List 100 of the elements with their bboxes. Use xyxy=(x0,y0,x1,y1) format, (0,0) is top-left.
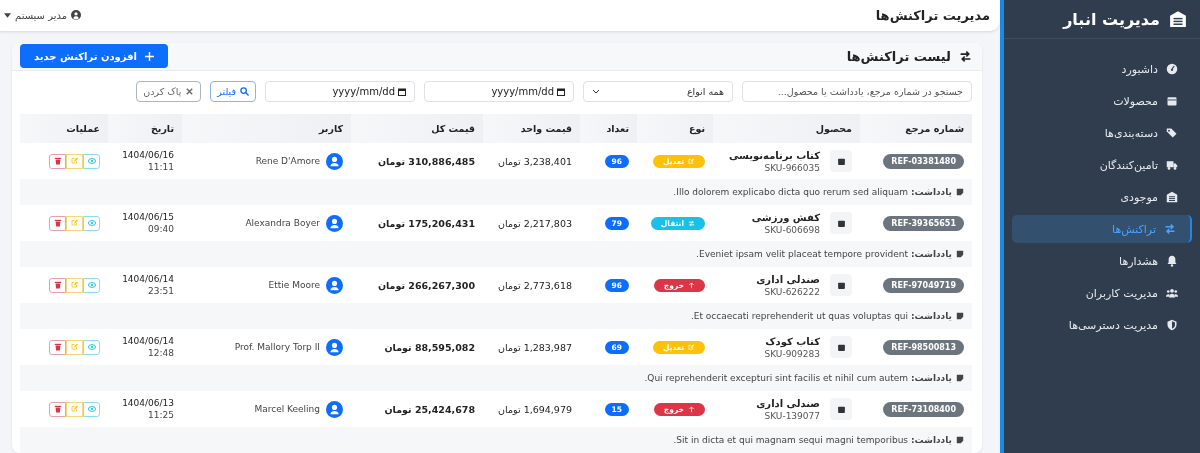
unit-price: 2,773,618 تومان xyxy=(483,267,580,303)
avatar-icon xyxy=(326,338,343,356)
page-title: مدیریت تراکنش‌ها xyxy=(875,7,990,23)
exchange-icon xyxy=(688,219,695,227)
view-button[interactable] xyxy=(83,339,100,355)
add-transaction-button[interactable]: افزودن تراکنش جدید xyxy=(20,44,168,69)
column-header: تعداد xyxy=(580,114,637,143)
reference-badge: REF-73108400 xyxy=(883,401,964,417)
sidebar-item[interactable]: دسته‌بندی‌ها xyxy=(1012,119,1192,147)
box-icon xyxy=(830,398,852,420)
product-sku: SKU-139077 xyxy=(763,410,820,421)
calendar-icon xyxy=(398,87,406,96)
unit-price: 2,217,803 تومان xyxy=(483,205,580,241)
chevron-icon xyxy=(592,88,600,95)
sidebar-item[interactable]: هشدارها xyxy=(1012,247,1192,275)
delete-button[interactable] xyxy=(49,153,66,169)
view-button[interactable] xyxy=(83,153,100,169)
column-header: کاربر xyxy=(182,114,351,143)
product-name: کفش ورزشی xyxy=(751,211,820,223)
eye-icon xyxy=(87,219,96,227)
view-button[interactable] xyxy=(83,401,100,417)
user-name: Marcel Keeling xyxy=(254,404,320,414)
column-header: قیمت واحد xyxy=(483,114,580,143)
calendar-icon xyxy=(557,87,565,96)
eye-icon xyxy=(87,281,96,289)
search-field[interactable]: جستجو در شماره مرجع، یادداشت یا محصول... xyxy=(742,81,972,102)
delete-button[interactable] xyxy=(49,339,66,355)
date-text: 1404/06/14 xyxy=(122,336,174,346)
edit-icon xyxy=(70,281,79,289)
product-name: صندلی اداری xyxy=(756,397,820,409)
user-icon xyxy=(71,10,82,21)
view-button[interactable] xyxy=(83,277,100,293)
user-name: Rene D'Amore xyxy=(255,156,320,166)
product-name: صندلی اداری xyxy=(756,273,820,285)
delete-button[interactable] xyxy=(49,277,66,293)
unit-price: 1,694,979 تومان xyxy=(483,391,580,427)
type-select[interactable]: همه انواع xyxy=(583,81,733,102)
warehouse-icon xyxy=(1166,191,1178,203)
truck-icon xyxy=(1166,159,1178,171)
edit-icon xyxy=(688,157,695,165)
time-text: 11:11 xyxy=(148,162,174,172)
bell-icon xyxy=(1166,255,1178,267)
box-icon xyxy=(830,150,852,172)
product-sku: SKU-966035 xyxy=(763,162,820,173)
time-text: 11:25 xyxy=(148,410,174,420)
note-icon xyxy=(956,312,964,320)
avatar-icon xyxy=(326,400,343,418)
gauge-icon xyxy=(1166,63,1178,75)
shield-icon xyxy=(1166,319,1178,331)
edit-icon xyxy=(70,343,79,351)
edit-icon xyxy=(70,219,79,227)
note-icon xyxy=(956,188,964,196)
column-header: قیمت کل xyxy=(351,114,483,143)
product-sku: SKU-606698 xyxy=(763,224,820,235)
reference-badge: REF-98500813 xyxy=(883,339,964,355)
edit-icon xyxy=(688,343,695,351)
date-text: 1404/06/15 xyxy=(122,212,174,222)
view-button[interactable] xyxy=(83,215,100,231)
column-header: نوع xyxy=(637,114,713,143)
filter-button[interactable]: فیلتر xyxy=(210,81,256,102)
exchange-icon xyxy=(959,49,972,63)
box-icon xyxy=(830,336,852,358)
clear-button[interactable]: پاک کردن xyxy=(136,81,202,102)
box-icon xyxy=(1166,95,1178,107)
sidebar-item[interactable]: مدیریت کاربران xyxy=(1012,279,1192,307)
sidebar-item[interactable]: محصولات xyxy=(1012,87,1192,115)
sidebar-item[interactable]: تامین‌کنندگان xyxy=(1012,151,1192,179)
user-menu[interactable]: مدیر سیستم xyxy=(4,9,82,21)
avatar-icon xyxy=(326,276,343,294)
sidebar-item[interactable]: موجودی xyxy=(1012,183,1192,211)
column-header: تاریخ xyxy=(108,114,182,143)
user-name: Prof. Mallory Torp II xyxy=(234,342,320,352)
unit-price: 1,283,987 تومان xyxy=(483,329,580,365)
box-icon xyxy=(830,212,852,234)
product-sku: SKU-626222 xyxy=(763,286,820,297)
trash-icon xyxy=(53,343,62,351)
trash-icon xyxy=(53,281,62,289)
column-header: محصول xyxy=(713,114,860,143)
tag-icon xyxy=(1166,127,1178,139)
warehouse-icon xyxy=(1168,10,1188,28)
sidebar-item[interactable]: داشبورد xyxy=(1012,55,1192,83)
product-sku: SKU-909283 xyxy=(764,348,820,359)
caret-icon xyxy=(4,12,11,18)
delete-button[interactable] xyxy=(49,401,66,417)
reference-badge: REF-03381480 xyxy=(883,153,964,169)
reference-badge: REF-39365651 xyxy=(883,215,964,231)
date-field[interactable]: yyyy/mm/dd xyxy=(265,81,415,102)
delete-button[interactable] xyxy=(49,215,66,231)
date-text: 1404/06/14 xyxy=(122,274,174,284)
edit-icon xyxy=(70,405,79,413)
date-field[interactable]: yyyy/mm/dd xyxy=(424,81,574,102)
sidebar-item[interactable]: مدیریت دسترسی‌ها xyxy=(1012,311,1192,339)
total-price: 175,206,431 تومان xyxy=(351,205,483,241)
user-name: Alexandra Boyer xyxy=(245,218,320,228)
eye-icon xyxy=(87,343,96,351)
note-icon xyxy=(956,436,964,444)
plus-icon xyxy=(145,51,154,61)
total-price: 25,424,678 تومان xyxy=(351,391,483,427)
edit-icon xyxy=(70,157,79,165)
trash-icon xyxy=(53,157,62,165)
